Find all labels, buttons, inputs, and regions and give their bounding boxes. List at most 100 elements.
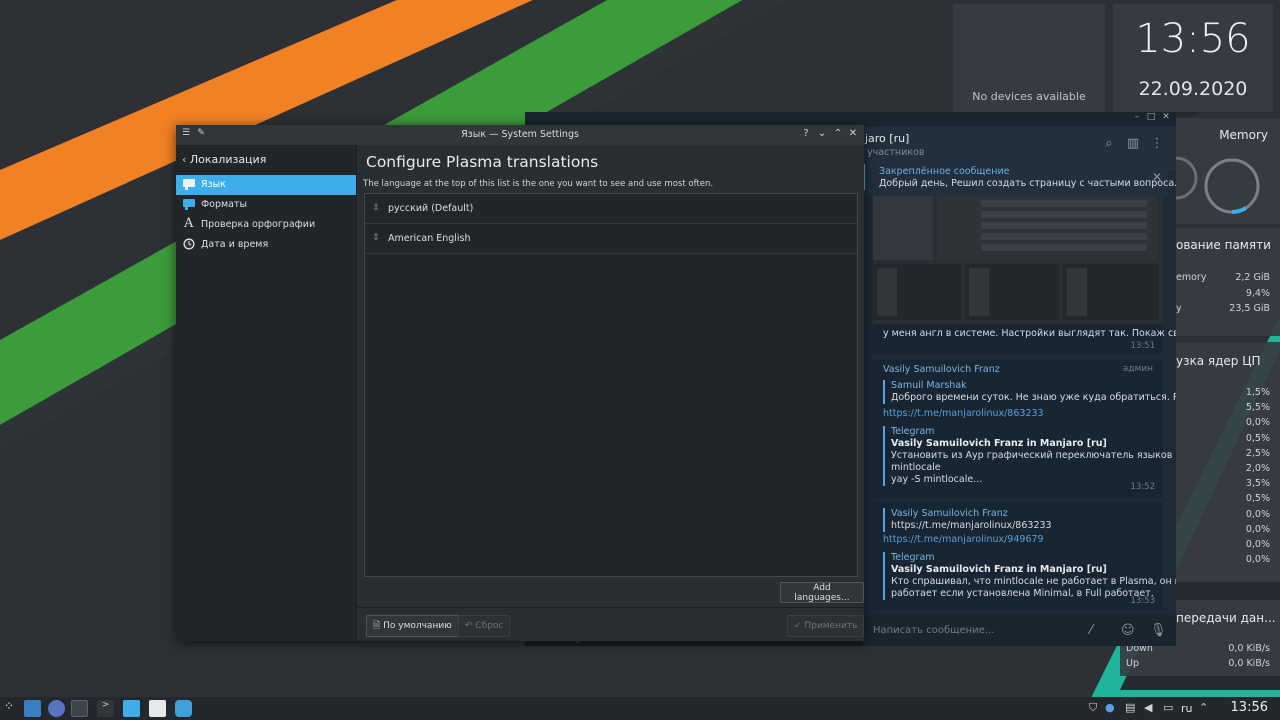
maximize-icon[interactable]: □ (1145, 112, 1157, 122)
settings-titlebar[interactable]: ☰ ✎ Язык — System Settings ? ⌄ ⌃ ✕ (176, 125, 864, 145)
cpu-core-value: 5,5% (1245, 402, 1270, 414)
defaults-button[interactable]: 🗎 По умолчанию (366, 615, 459, 637)
volume-icon[interactable]: ◀ (1144, 701, 1152, 714)
language-label: русский (Default) (388, 203, 474, 214)
page-description: The language at the top of this list is … (363, 179, 714, 189)
language-label: American English (388, 233, 471, 244)
system-settings-window: ☰ ✎ Язык — System Settings ? ⌄ ⌃ ✕ ‹ Лок… (176, 125, 865, 641)
cpu-core-values: 1,5% 5,5% 0,0% 0,5% 2,5% 2,0% 3,5% 0,5% … (1246, 387, 1270, 569)
cpu-core-value: 0,5% (1245, 493, 1270, 505)
message-sender[interactable]: Vasily Samuilovich Franz (883, 364, 1000, 375)
file-manager-icon[interactable] (123, 700, 140, 717)
cpu-core-value: 0,0% (1245, 417, 1270, 429)
settings-sidebar: ‹ Локализация Язык Форматы A Проверка ор… (176, 145, 356, 641)
minimize-icon[interactable]: ⌄ (815, 128, 829, 139)
message-screenshot-image[interactable] (873, 196, 1163, 324)
search-icon[interactable]: ⌕ (1101, 136, 1117, 152)
back-label: Локализация (189, 153, 267, 166)
language-icon (183, 179, 195, 190)
chevron-left-icon: ‹ (182, 153, 190, 166)
message-bubble[interactable]: Vasily Samuilovich Franz админ Samuil Ma… (873, 360, 1176, 498)
message-link[interactable]: https://t.me/manjarolinux/863233 (883, 408, 1044, 419)
microphone-icon[interactable]: 🎙 (1150, 623, 1167, 638)
forwarded-preview[interactable]: Telegram Vasily Samuilovich Franz in Man… (883, 426, 1172, 486)
admin-badge: админ (1122, 364, 1153, 374)
apply-label: Применить (804, 621, 858, 631)
network-title: передачи дан... (1176, 611, 1276, 625)
sidebar-toggle-icon[interactable]: ▥ (1125, 136, 1141, 152)
message-text: у меня англ в системе. Настройки выглядя… (883, 328, 1176, 339)
taskbar: ⁘ > ⛉ ● ▤ ◀ ▭ ru ⌃ 13:56 (0, 697, 1280, 720)
cpu-core-value: 0,0% (1245, 538, 1270, 550)
language-item[interactable]: ⇕ русский (Default) (365, 194, 857, 224)
sidebar-item-label: Проверка орфографии (201, 219, 316, 230)
clock-widget: 13:56 22.09.2020 (1113, 4, 1273, 112)
desktop-pager-icon[interactable] (24, 700, 41, 717)
clock-date: 22.09.2020 (1138, 78, 1248, 100)
cpu-core-value: 0,0% (1245, 554, 1270, 566)
add-languages-button[interactable]: Add languages... (780, 582, 864, 603)
chat-member-count: 5 участников (858, 147, 925, 158)
language-list[interactable]: ⇕ русский (Default) ⇕ American English (364, 193, 858, 577)
sidebar-item-language[interactable]: Язык (176, 175, 356, 195)
cpu-core-value: 1,5% (1245, 387, 1270, 398)
page-title: Configure Plasma translations (366, 153, 599, 171)
reset-label: Сброс (475, 621, 504, 631)
keyboard-layout-indicator[interactable]: ru (1181, 702, 1193, 715)
help-icon[interactable]: ? (799, 128, 813, 139)
more-options-icon[interactable]: ⋮ (1149, 136, 1165, 152)
pinned-title: Закреплённое сообщение (879, 166, 1010, 177)
network-icon[interactable]: ▭ (1163, 701, 1173, 714)
sidebar-item-spellcheck[interactable]: A Проверка орфографии (176, 215, 356, 235)
taskbar-clock[interactable]: 13:56 (1231, 700, 1268, 715)
cpu-core-value: 0,0% (1245, 523, 1270, 535)
close-icon[interactable]: ✕ (1160, 112, 1172, 122)
emoji-icon[interactable]: ☺ (1121, 623, 1135, 638)
sidebar-item-label: Дата и время (201, 239, 269, 250)
maximize-icon[interactable]: ⌃ (831, 128, 845, 139)
sidebar-item-formats[interactable]: Форматы (176, 195, 356, 215)
system-settings-task-icon[interactable] (71, 700, 88, 717)
show-hidden-icons-icon[interactable]: ⌃ (1199, 701, 1208, 714)
terminal-icon[interactable]: > (97, 700, 114, 717)
sidebar-item-label: Язык (201, 179, 226, 190)
drag-handle-icon[interactable]: ⇕ (372, 233, 380, 243)
message-input-bar[interactable]: Написать сообщение... ⁄ ☺ 🎙 (863, 615, 1176, 646)
apply-button[interactable]: ✓ Применить (787, 615, 865, 637)
cpu-load-widget: узка ядер ЦП 1,5% 5,5% 0,0% 0,5% 2,5% 2,… (1172, 342, 1280, 582)
sidebar-item-datetime[interactable]: Дата и время (176, 235, 356, 255)
message-bubble[interactable]: Vasily Samuilovich Franz https://t.me/ma… (873, 502, 1176, 610)
reset-button[interactable]: ↶ Сброс (458, 615, 511, 637)
message-time: 13:51 (1130, 341, 1156, 351)
chat-title: njaro [ru] (858, 132, 910, 145)
close-icon[interactable]: ✕ (846, 128, 860, 139)
telegram-tray-icon[interactable]: ● (1105, 701, 1115, 714)
clipboard-icon[interactable]: ▤ (1125, 701, 1135, 714)
reply-quote[interactable]: Samuil Marshak Доброго времени суток. Не… (883, 380, 1176, 404)
window-title: Язык — System Settings (461, 129, 579, 140)
memory-title: Memory (1219, 128, 1268, 142)
document-viewer-icon[interactable] (149, 700, 166, 717)
check-icon: ✓ (794, 621, 805, 631)
message-time: 13:53 (1130, 596, 1156, 606)
command-icon[interactable]: ⁄ (1090, 623, 1092, 638)
forwarded-preview[interactable]: Telegram Vasily Samuilovich Franz in Man… (883, 552, 1176, 600)
reply-quote[interactable]: Vasily Samuilovich Franz https://t.me/ma… (883, 508, 1052, 532)
pinned-message[interactable]: Закреплённое сообщение Добрый день, Реши… (863, 160, 1176, 196)
telegram-titlebar: – □ ✕ (525, 112, 1176, 126)
back-button[interactable]: ‹ Локализация (182, 153, 266, 166)
drag-handle-icon[interactable]: ⇕ (372, 203, 380, 213)
message-input[interactable]: Написать сообщение... (873, 625, 994, 636)
telegram-task-icon[interactable] (175, 700, 192, 717)
minimize-icon[interactable]: – (1131, 112, 1143, 122)
memory-gauge (1175, 156, 1260, 214)
memory-widget: Memory (1172, 118, 1280, 224)
shield-icon[interactable]: ⛉ (1089, 701, 1097, 715)
cpu-core-value: 0,5% (1245, 432, 1270, 444)
browser-icon[interactable] (48, 700, 65, 717)
language-item[interactable]: ⇕ American English (365, 224, 857, 254)
application-launcher-icon[interactable]: ⁘ (4, 699, 21, 716)
message-bubble[interactable]: у меня англ в системе. Настройки выглядя… (873, 196, 1176, 354)
close-pinned-icon[interactable]: ✕ (1152, 170, 1162, 184)
message-link[interactable]: https://t.me/manjarolinux/949679 (883, 534, 1044, 545)
